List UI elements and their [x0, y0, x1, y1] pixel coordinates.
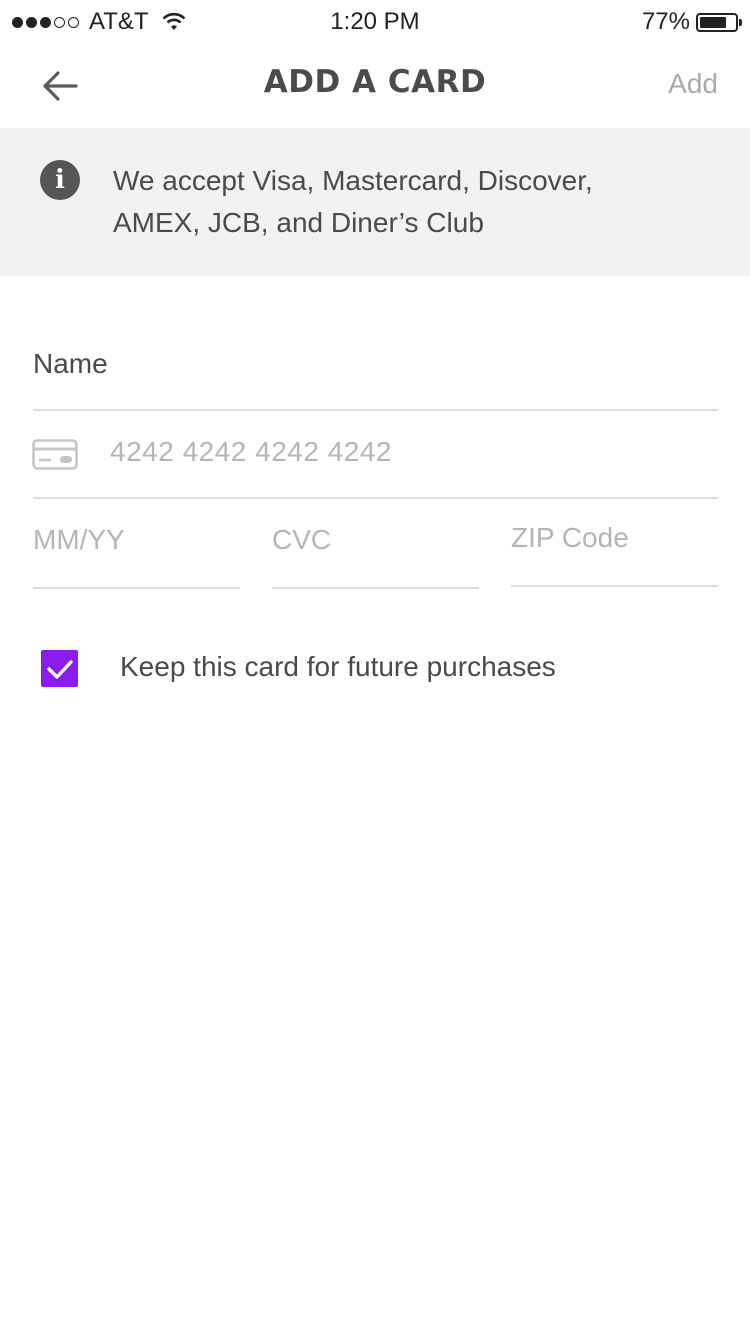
zip-code-input[interactable]: ZIP Code	[511, 522, 718, 562]
accepted-cards-banner: i We accept Visa, Mastercard, Discover, …	[0, 128, 750, 276]
battery-percent: 77%	[641, 8, 690, 35]
status-bar: AT&T 1:20 PM 77%	[0, 0, 750, 44]
expiry-input[interactable]: MM/YY	[33, 524, 240, 564]
credit-card-icon	[32, 439, 78, 470]
page-title: ADD A CARD	[263, 64, 487, 100]
keep-card-label: Keep this card for future purchases	[120, 651, 556, 682]
cvc-input[interactable]: CVC	[272, 524, 479, 564]
info-icon: i	[40, 160, 80, 200]
zip-code-underline	[511, 585, 718, 587]
accepted-cards-message: We accept Visa, Mastercard, Discover, AM…	[113, 165, 593, 238]
cvc-underline	[272, 587, 479, 589]
battery-icon	[696, 12, 742, 32]
card-number-input[interactable]: 4242 4242 4242 4242	[110, 436, 710, 476]
clock: 1:20 PM	[330, 8, 420, 35]
nav-bar: ADD A CARD Add	[0, 44, 750, 128]
name-input[interactable]: Name	[33, 348, 718, 388]
add-card-button[interactable]: Add	[668, 68, 718, 100]
expiry-underline	[33, 587, 240, 589]
checkmark-icon	[46, 659, 73, 679]
keep-card-checkbox[interactable]	[41, 650, 78, 687]
name-underline	[33, 409, 718, 411]
card-number-underline	[33, 497, 718, 499]
battery-tip	[739, 18, 742, 26]
battery-fill	[700, 16, 727, 28]
status-right: 77%	[641, 8, 742, 36]
